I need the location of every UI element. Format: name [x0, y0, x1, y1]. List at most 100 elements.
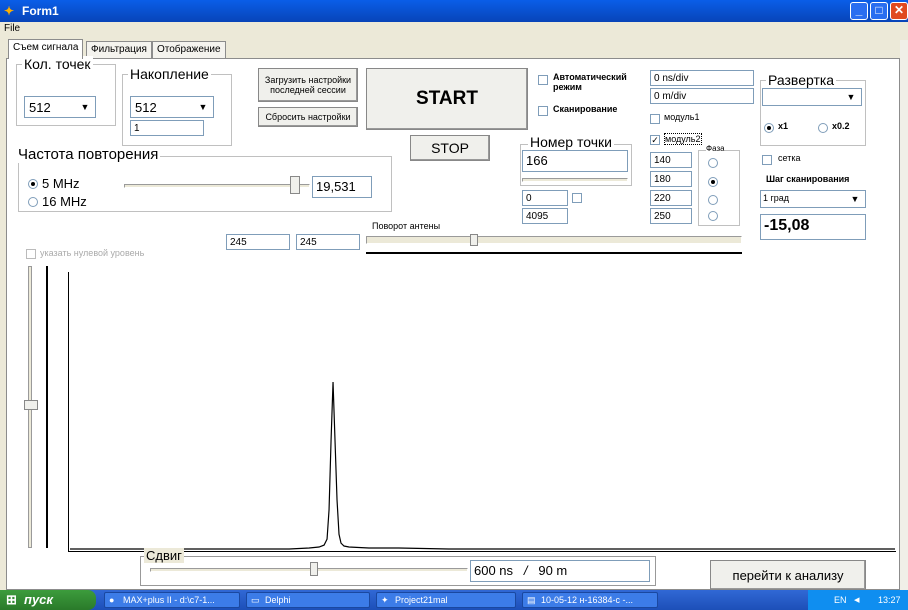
shift-value-field[interactable]: 600 ns / 90 m [470, 560, 650, 582]
level-slider-thumb[interactable] [24, 400, 38, 410]
antenna-label: Поворот антены [372, 221, 441, 231]
antenna-thumb[interactable] [470, 234, 478, 246]
phase-field-2[interactable]: 180 [650, 171, 692, 187]
chevron-down-icon: ▼ [80, 102, 90, 112]
shift-thumb[interactable] [310, 562, 318, 576]
system-tray: EN ◂ 13:27 [808, 590, 908, 610]
range-start-field[interactable]: 0 [522, 190, 568, 206]
zero-level-checkbox[interactable] [26, 249, 36, 259]
frequency-track[interactable] [124, 184, 310, 188]
start-menu-button[interactable]: ⊞ пуск [0, 590, 96, 610]
range-checkbox[interactable] [572, 193, 582, 203]
accumulation-edit[interactable]: 1 [130, 120, 204, 136]
point-number-label: Номер точки [528, 134, 614, 150]
accumulation-label: Накопление [128, 66, 211, 82]
task-maxplus[interactable]: ● MAX+plus II - d:\c7-1... [104, 592, 240, 608]
shift-track[interactable] [150, 568, 468, 572]
app-icon: ✦ [4, 4, 15, 18]
m-div-field[interactable]: 0 m/div [650, 88, 754, 104]
folder-icon: ▭ [251, 595, 260, 605]
document-icon: ▤ [527, 595, 536, 605]
point-number-track[interactable] [522, 178, 628, 182]
minimize-button[interactable]: _ [850, 2, 868, 20]
level-field-1[interactable]: 245 [226, 234, 290, 250]
tab-filtering[interactable]: Фильтрация [86, 41, 152, 58]
language-indicator[interactable]: EN [834, 595, 847, 605]
sweep-x02-radio[interactable] [818, 123, 828, 133]
shift-separator: / [523, 563, 528, 578]
task-delphi[interactable]: ▭ Delphi [246, 592, 370, 608]
frequency-value-field[interactable]: 19,531 [312, 176, 372, 198]
maxplus-icon: ● [109, 595, 115, 605]
task-document[interactable]: ▤ 10-05-12 н-16384-с -... [522, 592, 658, 608]
auto-mode-checkbox[interactable] [538, 75, 548, 85]
sweep-x1-radio[interactable] [764, 123, 774, 133]
scan-step-value: 1 град [763, 193, 790, 203]
frequency-thumb[interactable] [290, 176, 300, 194]
phase-field-3[interactable]: 220 [650, 190, 692, 206]
antenna-indicator [366, 252, 742, 254]
level-slider-rail [46, 266, 48, 548]
module1-checkbox[interactable] [650, 114, 660, 124]
maximize-button[interactable]: □ [870, 2, 888, 20]
angle-value-field[interactable]: -15,08 [760, 214, 866, 240]
phase-group [698, 150, 740, 226]
task-document-label: 10-05-12 н-16384-с -... [541, 595, 634, 605]
phase-label: Фаза [706, 144, 725, 153]
accumulation-combo[interactable]: 512 ▼ [130, 96, 214, 118]
windows-logo-icon: ⊞ [6, 592, 17, 607]
tab-display[interactable]: Отображение [152, 41, 226, 58]
point-number-field[interactable]: 166 [522, 150, 628, 172]
chevron-down-icon: ▼ [846, 92, 856, 102]
sweep-x02-label: x0.2 [832, 121, 850, 131]
phase-radio-2[interactable] [708, 177, 718, 187]
freq-16mhz-radio[interactable] [28, 197, 38, 207]
menu-file[interactable]: File [4, 23, 20, 34]
task-project[interactable]: ✦ Project21mal [376, 592, 516, 608]
scan-label: Сканирование [553, 104, 618, 114]
grid-label: сетка [778, 153, 801, 163]
start-menu-label: пуск [24, 592, 53, 607]
scan-step-label: Шаг сканирования [766, 174, 850, 184]
right-scrollbar[interactable] [900, 40, 908, 590]
grid-checkbox[interactable] [762, 155, 772, 165]
scan-step-combo[interactable]: 1 град ▼ [760, 190, 866, 208]
tray-arrow-icon[interactable]: ◂ [854, 593, 860, 606]
frequency-label: Частота повторения [16, 146, 161, 163]
phase-field-4[interactable]: 250 [650, 208, 692, 224]
window-title: Form1 [22, 4, 59, 18]
accumulation-value: 512 [135, 100, 157, 115]
stop-button[interactable]: STOP [410, 135, 490, 161]
points-combo[interactable]: 512 ▼ [24, 96, 96, 118]
points-value: 512 [29, 100, 51, 115]
clock: 13:27 [878, 595, 901, 605]
reset-settings-button[interactable]: Сбросить настройки [258, 107, 358, 127]
module2-checkbox[interactable]: ✓ [650, 135, 660, 145]
phase-radio-1[interactable] [708, 158, 718, 168]
ns-div-field[interactable]: 0 ns/div [650, 70, 754, 86]
scan-checkbox[interactable] [538, 106, 548, 116]
range-end-field[interactable]: 4095 [522, 208, 568, 224]
phase-radio-3[interactable] [708, 195, 718, 205]
freq-5mhz-radio[interactable] [28, 179, 38, 189]
start-button[interactable]: START [366, 68, 528, 130]
chevron-down-icon: ▼ [850, 194, 860, 204]
phase-field-1[interactable]: 140 [650, 152, 692, 168]
task-maxplus-label: MAX+plus II - d:\c7-1... [123, 595, 215, 605]
shift-label: Сдвиг [144, 548, 184, 563]
title-bar: ✦ Form1 _ □ ✕ [0, 0, 908, 22]
module2-label: модуль2 [664, 133, 702, 145]
level-field-2[interactable]: 245 [296, 234, 360, 250]
shift-distance: 90 m [538, 563, 568, 578]
tab-signal[interactable]: Съем сигнала [8, 39, 84, 59]
freq-16mhz-label: 16 MHz [42, 194, 87, 209]
antenna-track[interactable] [366, 236, 742, 244]
close-button[interactable]: ✕ [890, 2, 908, 20]
signal-line [69, 381, 896, 550]
task-project-label: Project21mal [395, 595, 448, 605]
chevron-down-icon: ▼ [198, 102, 208, 112]
phase-radio-4[interactable] [708, 211, 718, 221]
sweep-combo[interactable]: ▼ [762, 88, 862, 106]
go-to-analysis-button[interactable]: перейти к анализу [710, 560, 866, 590]
load-settings-button[interactable]: Загрузить настройки последней сессии [258, 68, 358, 102]
